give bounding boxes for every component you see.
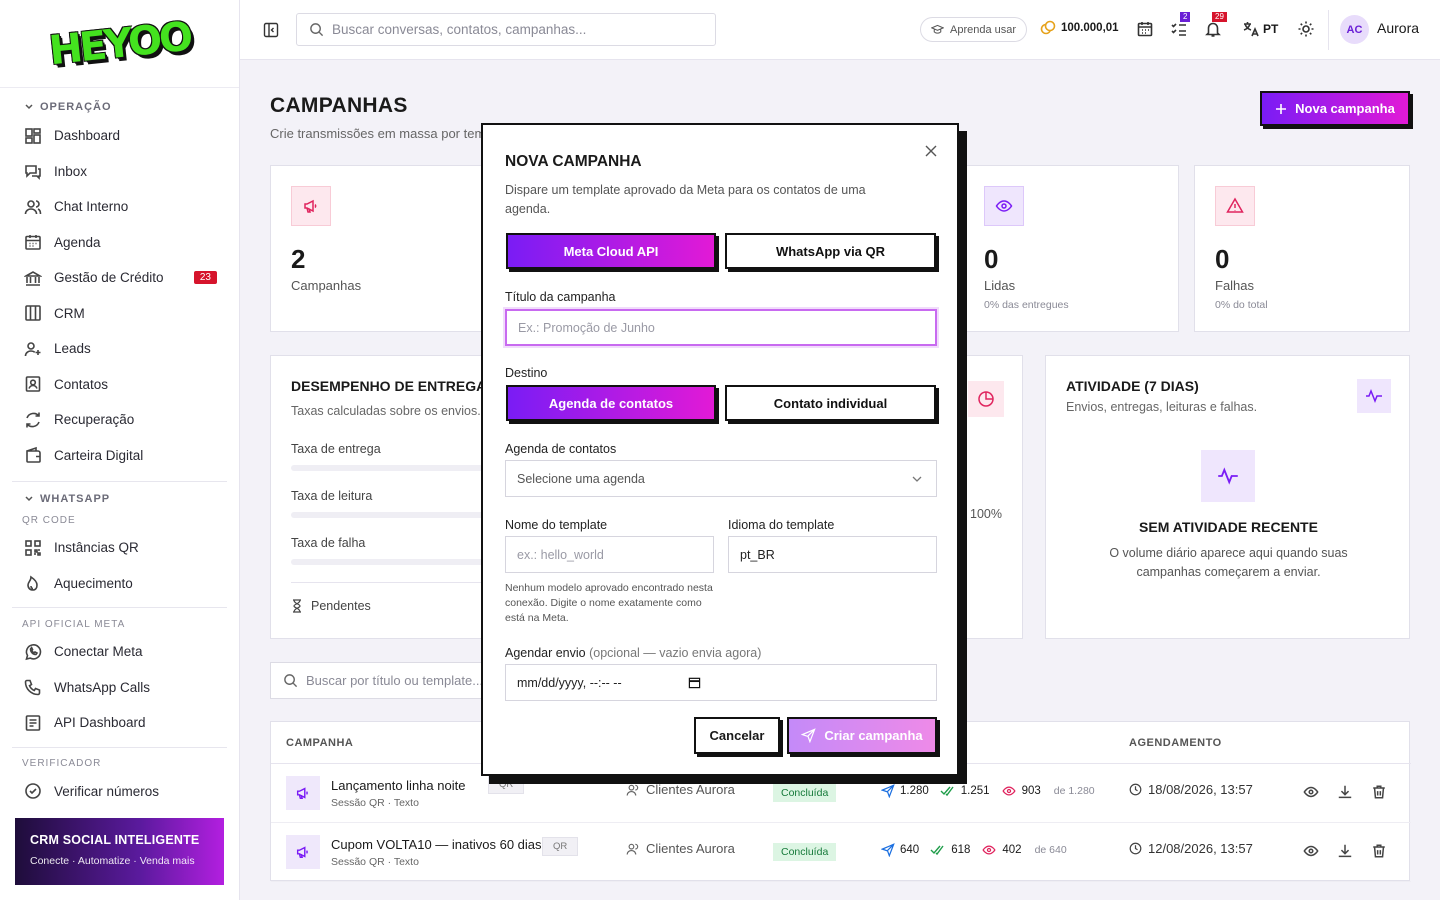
destination-individual-button[interactable]: Contato individual: [725, 385, 936, 421]
template-name-input[interactable]: ex.: hello_world: [505, 536, 714, 573]
cancel-button[interactable]: Cancelar: [694, 717, 780, 754]
schedule-label: Agendar envio (opcional — vazio envia ag…: [505, 646, 761, 660]
template-language-input[interactable]: pt_BR: [728, 536, 937, 573]
campaign-title-input[interactable]: Ex.: Promoção de Junho: [505, 309, 937, 346]
agenda-label: Agenda de contatos: [505, 442, 617, 456]
chevron-down-icon: [912, 476, 922, 482]
template-language-label: Idioma do template: [728, 518, 835, 532]
agenda-select-value: Selecione uma agenda: [517, 471, 645, 486]
destination-label: Destino: [505, 366, 548, 380]
agenda-select[interactable]: Selecione uma agenda: [505, 460, 937, 497]
campaign-title-label: Título da campanha: [505, 290, 616, 304]
template-name-placeholder: ex.: hello_world: [517, 547, 604, 562]
create-campaign-label: Criar campanha: [824, 728, 923, 743]
modal-overlay: NOVA CAMPANHA Dispare um template aprova…: [0, 0, 1440, 900]
template-hint: Nenhum modelo aprovado encontrado nesta …: [505, 582, 713, 624]
campaign-title-placeholder: Ex.: Promoção de Junho: [518, 320, 655, 335]
channel-whatsapp-qr-button[interactable]: WhatsApp via QR: [725, 233, 936, 269]
create-campaign-button[interactable]: Criar campanha: [787, 717, 937, 754]
template-name-label: Nome do template: [505, 518, 608, 532]
modal-description: Dispare um template aprovado da Meta par…: [505, 183, 866, 216]
new-campaign-modal: NOVA CAMPANHA Dispare um template aprova…: [481, 123, 959, 776]
schedule-optional-note: (opcional — vazio envia agora): [589, 646, 762, 660]
calendar-icon[interactable]: [688, 676, 701, 689]
close-icon[interactable]: [925, 145, 937, 157]
schedule-label-text: Agendar envio: [505, 646, 586, 660]
schedule-datetime-input[interactable]: mm/dd/yyyy, --:-- --: [505, 664, 937, 701]
template-language-value: pt_BR: [740, 547, 775, 562]
modal-title: NOVA CAMPANHA: [505, 153, 642, 170]
schedule-datetime-value: mm/dd/yyyy, --:-- --: [517, 675, 622, 690]
channel-meta-cloud-button[interactable]: Meta Cloud API: [506, 233, 716, 269]
destination-agenda-button[interactable]: Agenda de contatos: [506, 385, 716, 421]
send-icon: [801, 728, 817, 743]
